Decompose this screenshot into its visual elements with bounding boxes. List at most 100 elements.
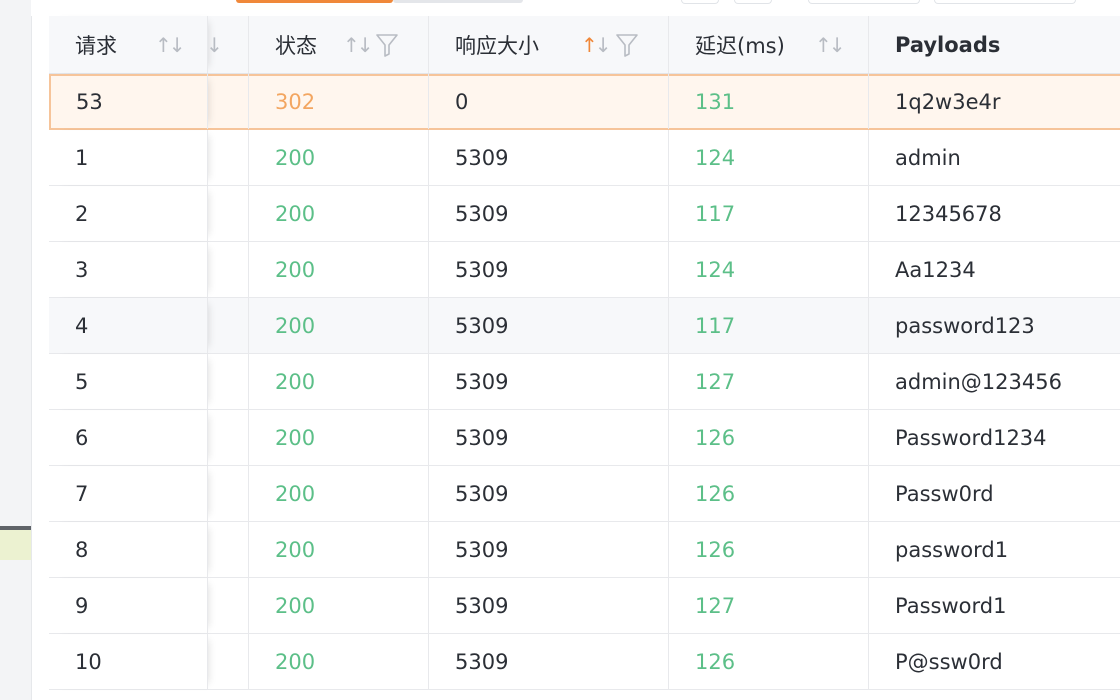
cell-request-id-text: 8 (75, 537, 89, 562)
cell-request-id-text: 6 (75, 425, 89, 450)
sort-arrows-icon[interactable]: ↑↓ (155, 33, 185, 57)
sort-arrows-icon[interactable]: ↑↓ (343, 33, 373, 57)
cell-request-id-text: 2 (75, 201, 89, 226)
cell-latency-text: 124 (695, 145, 736, 170)
cell-request-id: 10 (49, 634, 208, 689)
cell-response-size: 5309 (429, 578, 669, 633)
cell-payload-text: Passw0rd (895, 481, 994, 506)
cell-request-id-text: 5 (75, 369, 89, 394)
toolbar-button-edge[interactable] (808, 0, 920, 4)
cell-payload: Passw0rd (869, 466, 1120, 521)
cell-status-text: 200 (275, 593, 316, 618)
cell-response-size-text: 0 (455, 89, 469, 114)
cell-latency-text: 126 (695, 537, 736, 562)
table-row[interactable]: 5 200 5309 127 admin@123456 (49, 354, 1120, 410)
cell-request-id-text: 4 (75, 313, 89, 338)
cell-hidden (208, 522, 249, 577)
cell-latency: 126 (669, 466, 869, 521)
cell-request-id: 5 (49, 354, 208, 409)
cell-status-text: 200 (275, 425, 316, 450)
column-header-response-size[interactable]: 响应大小 ↑↓ (429, 16, 669, 73)
sort-desc-icon[interactable]: ↓ (206, 33, 223, 57)
cell-latency: 127 (669, 354, 869, 409)
cell-status-text: 200 (275, 201, 316, 226)
cell-latency: 131 (669, 74, 869, 129)
cell-response-size-text: 5309 (455, 481, 509, 506)
cell-request-id: 1 (49, 130, 208, 185)
cell-hidden (208, 578, 249, 633)
inactive-tab-indicator[interactable] (393, 0, 523, 3)
column-header-latency[interactable]: 延迟(ms) ↑↓ (669, 16, 869, 73)
table-row[interactable]: 8 200 5309 126 password1 (49, 522, 1120, 578)
cell-payload: Password1 (869, 578, 1120, 633)
cell-request-id: 4 (49, 298, 208, 353)
column-header-request[interactable]: 请求 ↑↓ (49, 16, 208, 73)
rail-highlight (0, 530, 31, 560)
cell-payload-text: 12345678 (895, 201, 1002, 226)
cell-latency-text: 124 (695, 257, 736, 282)
cell-status: 200 (249, 298, 429, 353)
cell-latency-text: 127 (695, 369, 736, 394)
cell-hidden (208, 410, 249, 465)
cell-payload: P@ssw0rd (869, 634, 1120, 689)
tab-strip (31, 0, 1120, 16)
cell-payload-text: Password1 (895, 593, 1007, 618)
column-header-label: 延迟(ms) (695, 33, 785, 58)
cell-latency: 124 (669, 242, 869, 297)
cell-hidden (208, 186, 249, 241)
cell-status-text: 200 (275, 257, 316, 282)
cell-latency: 127 (669, 578, 869, 633)
cell-response-size-text: 5309 (455, 649, 509, 674)
toolbar-button-edge[interactable] (681, 0, 719, 4)
table-row[interactable]: 7 200 5309 126 Passw0rd (49, 466, 1120, 522)
cell-request-id-text: 9 (75, 593, 89, 618)
column-header-status[interactable]: 状态 ↑↓ (249, 16, 429, 73)
cell-payload-text: password123 (895, 313, 1035, 338)
cell-payload: admin (869, 130, 1120, 185)
cell-response-size-text: 5309 (455, 425, 509, 450)
cell-status-text: 200 (275, 537, 316, 562)
column-header-label: Payloads (895, 32, 1001, 57)
active-tab-indicator[interactable] (236, 0, 393, 3)
cell-payload: 1q2w3e4r (869, 74, 1120, 129)
cell-latency-text: 117 (695, 313, 736, 338)
cell-payload-text: admin (895, 145, 961, 170)
table-row[interactable]: 6 200 5309 126 Password1234 (49, 410, 1120, 466)
column-header-payloads[interactable]: Payloads (869, 16, 1120, 73)
table-row[interactable]: 53 302 0 131 1q2w3e4r (49, 74, 1120, 130)
cell-response-size: 5309 (429, 354, 669, 409)
cell-status-text: 200 (275, 145, 316, 170)
sort-asc-active-icon[interactable]: ↑↓ (581, 33, 611, 57)
cell-hidden (208, 74, 249, 129)
cell-response-size: 5309 (429, 634, 669, 689)
cell-latency: 126 (669, 410, 869, 465)
cell-hidden (208, 466, 249, 521)
column-header-label: 状态 (275, 33, 317, 58)
cell-request-id: 7 (49, 466, 208, 521)
cell-status: 200 (249, 522, 429, 577)
cell-request-id: 3 (49, 242, 208, 297)
cell-response-size-text: 5309 (455, 257, 509, 282)
table-row[interactable]: 3 200 5309 124 Aa1234 (49, 242, 1120, 298)
sort-arrows-icon[interactable]: ↑↓ (815, 33, 845, 57)
filter-funnel-icon[interactable] (616, 33, 638, 57)
table-row[interactable]: 4 200 5309 117 password123 (49, 298, 1120, 354)
cell-hidden (208, 634, 249, 689)
table-row[interactable]: 2 200 5309 117 12345678 (49, 186, 1120, 242)
cell-status: 200 (249, 354, 429, 409)
column-header-hidden[interactable]: ↓ (206, 16, 249, 73)
cell-response-size-text: 5309 (455, 313, 509, 338)
cell-hidden (208, 298, 249, 353)
cell-latency-text: 117 (695, 201, 736, 226)
table-header: 请求 ↑↓ ↓ 状态 ↑↓ 响应大小 ↑↓ 延迟(ms) ↑↓ Payloads (49, 16, 1120, 74)
table-row[interactable]: 1 200 5309 124 admin (49, 130, 1120, 186)
table-row[interactable]: 9 200 5309 127 Password1 (49, 578, 1120, 634)
cell-status-text: 200 (275, 481, 316, 506)
filter-funnel-icon[interactable] (376, 33, 398, 57)
cell-latency-text: 126 (695, 649, 736, 674)
table-row[interactable]: 10 200 5309 126 P@ssw0rd (49, 634, 1120, 690)
toolbar-button-edge[interactable] (934, 0, 1076, 4)
cell-status: 200 (249, 242, 429, 297)
cell-status-text: 200 (275, 649, 316, 674)
toolbar-button-edge[interactable] (734, 0, 772, 4)
